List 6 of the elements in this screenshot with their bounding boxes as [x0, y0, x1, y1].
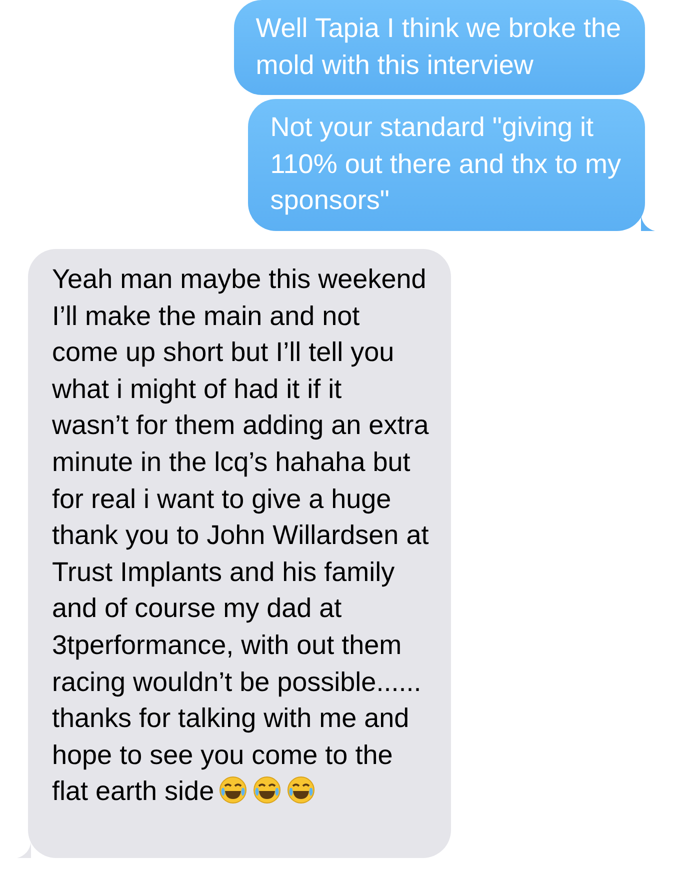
message-text: Yeah man maybe this weekend I’ll make the main and not come up short but I’ll tell you what i might of had it if it wasn’t for them adding an extra minute in the lcq’s hahaha but for real i want to give a huge thank you to John Willardsen at Trust Implants and his family and of course my dad at 3tperformance, with out them racing wouldn’t be possible...... thanks for talking with me and hope to see you come to the flat earth side: [52, 262, 429, 808]
laughing-face-icon: [286, 775, 316, 806]
laughing-face-icon: [218, 775, 248, 806]
message-text: Not your standard "giving it 110% out there and thx to my sponsors": [270, 111, 621, 218]
message-text: Well Tapia I think we broke the mold with this interview: [256, 12, 621, 82]
laughing-face-icon: [252, 775, 282, 806]
